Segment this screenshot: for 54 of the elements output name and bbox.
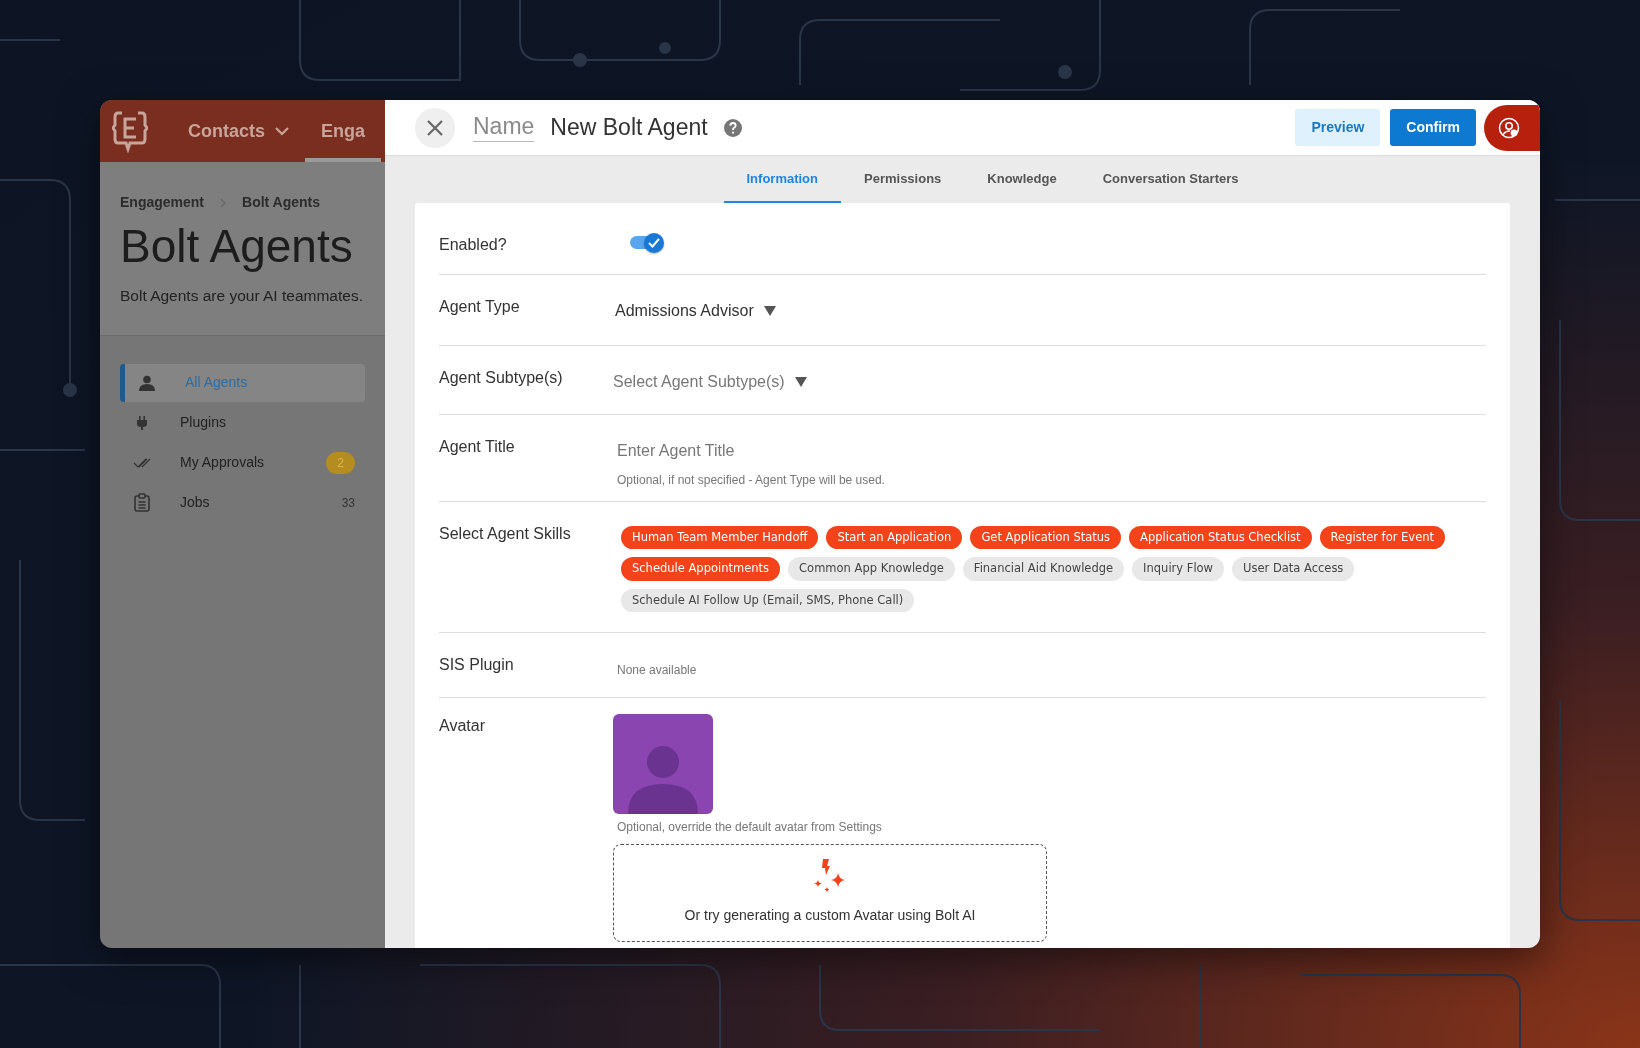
nav-tab[interactable]: Contacts [172,100,305,162]
toggle-switch[interactable] [630,233,666,251]
clipboard-icon [134,493,150,513]
generate-avatar-panel[interactable]: Or try generating a custom Avatar using Bolt AI [613,843,1047,942]
skill-chip[interactable]: Common App Knowledge [788,557,955,581]
tab[interactable]: Knowledge [964,156,1080,203]
help-text: Optional, if not specified - Agent Type will be used. [617,472,886,489]
plug-icon [137,415,147,430]
field-label: SIS Plugin [439,654,515,675]
skill-chip[interactable]: Inquiry Flow [1132,557,1224,581]
close-icon [426,118,444,137]
tab[interactable]: Permissions [841,156,965,203]
double-check-icon [133,457,151,468]
confirm-button[interactable]: Confirm [1390,109,1476,146]
skill-chip[interactable]: User Data Access [1232,557,1355,581]
skill-chip[interactable]: Schedule Appointments [621,557,781,581]
breadcrumb-link[interactable]: Engagement [120,192,204,213]
page-title: Bolt Agents [120,221,354,272]
field-label: Agent Subtype(s) [439,368,564,388]
preview-button[interactable]: Preview [1295,109,1381,146]
skill-chip[interactable]: Application Status Checklist [1129,526,1312,550]
agent-type-dropdown[interactable]: Admissions Advisor [615,299,776,323]
caret-down-icon [763,306,776,316]
logo-icon[interactable] [112,109,148,153]
tab[interactable]: Conversation Starters [1079,156,1262,203]
item-count: 33 [341,494,355,512]
person-icon [139,374,155,391]
user-settings-icon [1498,116,1520,139]
agent-name-field[interactable]: New Bolt Agent [550,110,708,145]
field-label: Select Agent Skills [439,524,572,544]
close-button[interactable] [415,107,455,148]
skill-chip[interactable]: Start an Application [826,526,963,550]
help-icon[interactable] [723,118,742,137]
user-account-button[interactable] [1484,104,1540,151]
chevron-down-icon [275,126,289,136]
skill-chip[interactable]: Schedule AI Follow Up (Email, SMS, Phone Call) [621,588,915,612]
page-description: Bolt Agents are your AI teammates. [120,285,364,306]
sidebar-item[interactable]: Plugins [120,403,365,442]
agent-subtype-dropdown[interactable]: Select Agent Subtype(s) [613,370,807,394]
help-text: Optional, override the default avatar from Settings [616,818,883,836]
caret-down-icon [794,377,807,387]
skill-chip[interactable]: Human Team Member Handoff [621,526,819,550]
breadcrumb-link[interactable]: Bolt Agents [242,192,321,213]
skill-chip[interactable]: Get Application Status [970,526,1122,550]
field-label: Enabled? [439,235,508,255]
field-label: Agent Title [439,437,516,457]
plugin-status-text: None available [617,662,697,677]
skill-chip[interactable]: Financial Aid Knowledge [962,557,1125,581]
sidebar-item[interactable]: Jobs 33 [120,483,365,522]
field-label: Agent Type [439,297,521,317]
skill-chip[interactable]: Register for Event [1319,526,1445,550]
check-icon [648,238,660,248]
name-label: Name [473,113,535,142]
field-label: Avatar [439,715,486,736]
